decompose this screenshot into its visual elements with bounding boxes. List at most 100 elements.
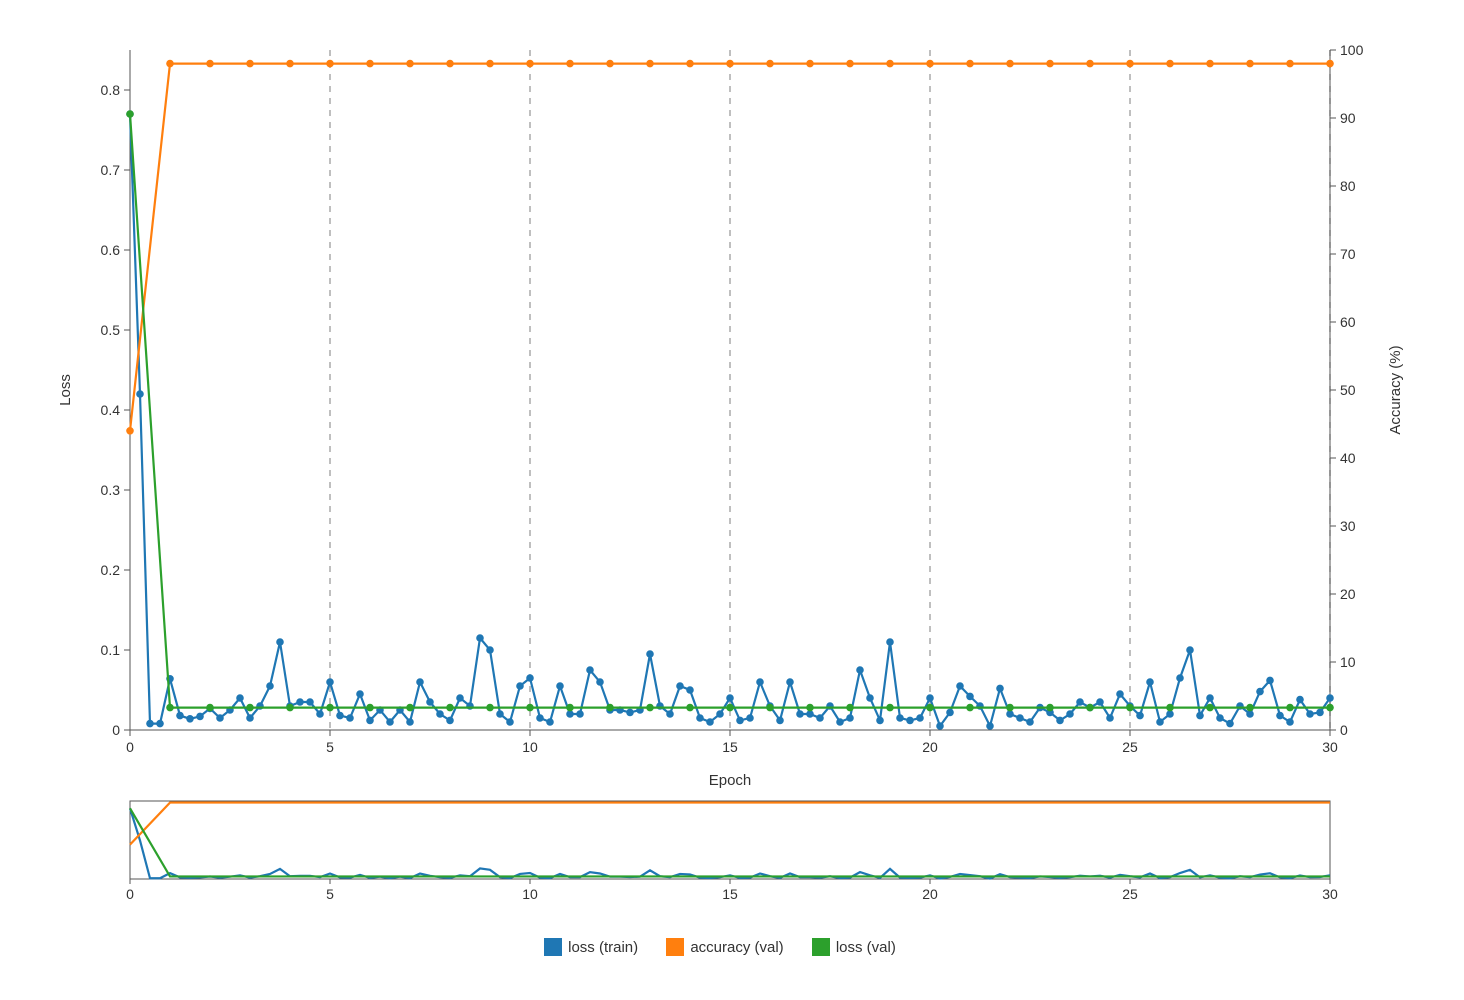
data-point[interactable] [206, 704, 214, 712]
data-point[interactable] [366, 717, 374, 725]
data-point[interactable] [516, 682, 524, 690]
data-point[interactable] [296, 698, 304, 706]
data-point[interactable] [886, 704, 894, 712]
data-point[interactable] [1286, 60, 1294, 68]
data-point[interactable] [506, 718, 514, 726]
data-point[interactable] [866, 694, 874, 702]
data-point[interactable] [136, 390, 144, 398]
data-point[interactable] [406, 718, 414, 726]
data-point[interactable] [966, 60, 974, 68]
data-point[interactable] [406, 704, 414, 712]
data-point[interactable] [566, 704, 574, 712]
data-point[interactable] [906, 717, 914, 725]
data-point[interactable] [1216, 714, 1224, 722]
data-point[interactable] [356, 690, 364, 698]
data-point[interactable] [446, 717, 454, 725]
data-point[interactable] [896, 714, 904, 722]
data-point[interactable] [316, 710, 324, 718]
data-point[interactable] [436, 710, 444, 718]
data-point[interactable] [926, 60, 934, 68]
data-point[interactable] [406, 60, 414, 68]
data-point[interactable] [886, 60, 894, 68]
data-point[interactable] [566, 60, 574, 68]
data-point[interactable] [1266, 677, 1274, 685]
data-point[interactable] [726, 694, 734, 702]
data-point[interactable] [806, 60, 814, 68]
data-point[interactable] [966, 704, 974, 712]
data-point[interactable] [326, 60, 334, 68]
data-point[interactable] [1096, 698, 1104, 706]
data-point[interactable] [486, 646, 494, 654]
data-point[interactable] [1326, 60, 1334, 68]
data-point[interactable] [486, 704, 494, 712]
data-point[interactable] [626, 709, 634, 717]
data-point[interactable] [386, 718, 394, 726]
data-point[interactable] [1056, 717, 1064, 725]
data-point[interactable] [366, 60, 374, 68]
legend-item-loss-train[interactable]: loss (train) [544, 938, 638, 956]
data-point[interactable] [326, 704, 334, 712]
data-point[interactable] [446, 60, 454, 68]
data-point[interactable] [286, 704, 294, 712]
data-point[interactable] [126, 110, 134, 118]
data-point[interactable] [1046, 60, 1054, 68]
data-point[interactable] [786, 678, 794, 686]
data-point[interactable] [1006, 704, 1014, 712]
data-point[interactable] [806, 704, 814, 712]
data-point[interactable] [816, 714, 824, 722]
data-point[interactable] [536, 714, 544, 722]
data-point[interactable] [1226, 720, 1234, 728]
data-point[interactable] [1136, 712, 1144, 720]
data-point[interactable] [696, 714, 704, 722]
legend-item-accuracy-val[interactable]: accuracy (val) [666, 938, 783, 956]
data-point[interactable] [1206, 694, 1214, 702]
data-point[interactable] [1206, 60, 1214, 68]
data-point[interactable] [546, 718, 554, 726]
data-point[interactable] [686, 686, 694, 694]
data-point[interactable] [1326, 694, 1334, 702]
data-point[interactable] [916, 714, 924, 722]
data-point[interactable] [1126, 704, 1134, 712]
data-point[interactable] [986, 722, 994, 730]
data-point[interactable] [126, 427, 134, 435]
data-point[interactable] [856, 666, 864, 674]
data-point[interactable] [246, 704, 254, 712]
data-point[interactable] [646, 704, 654, 712]
data-point[interactable] [1296, 696, 1304, 704]
data-point[interactable] [1126, 60, 1134, 68]
data-point[interactable] [276, 638, 284, 646]
data-point[interactable] [526, 674, 534, 682]
data-point[interactable] [346, 714, 354, 722]
data-point[interactable] [526, 704, 534, 712]
data-point[interactable] [1176, 674, 1184, 682]
data-point[interactable] [286, 60, 294, 68]
data-point[interactable] [306, 698, 314, 706]
data-point[interactable] [216, 714, 224, 722]
data-point[interactable] [736, 717, 744, 725]
data-point[interactable] [336, 712, 344, 720]
data-point[interactable] [836, 718, 844, 726]
data-point[interactable] [1026, 718, 1034, 726]
data-point[interactable] [846, 60, 854, 68]
data-point[interactable] [846, 714, 854, 722]
data-point[interactable] [446, 704, 454, 712]
data-point[interactable] [1016, 714, 1024, 722]
data-point[interactable] [166, 60, 174, 68]
data-point[interactable] [1166, 704, 1174, 712]
data-point[interactable] [796, 710, 804, 718]
data-point[interactable] [876, 717, 884, 725]
data-point[interactable] [326, 678, 334, 686]
legend-item-loss-val[interactable]: loss (val) [812, 938, 896, 956]
data-point[interactable] [766, 60, 774, 68]
data-point[interactable] [456, 694, 464, 702]
data-point[interactable] [886, 638, 894, 646]
data-point[interactable] [1326, 704, 1334, 712]
data-point[interactable] [646, 650, 654, 658]
data-point[interactable] [176, 712, 184, 720]
data-point[interactable] [746, 714, 754, 722]
data-point[interactable] [1166, 60, 1174, 68]
data-point[interactable] [1076, 698, 1084, 706]
data-point[interactable] [526, 60, 534, 68]
data-point[interactable] [646, 60, 654, 68]
data-point[interactable] [146, 720, 154, 728]
